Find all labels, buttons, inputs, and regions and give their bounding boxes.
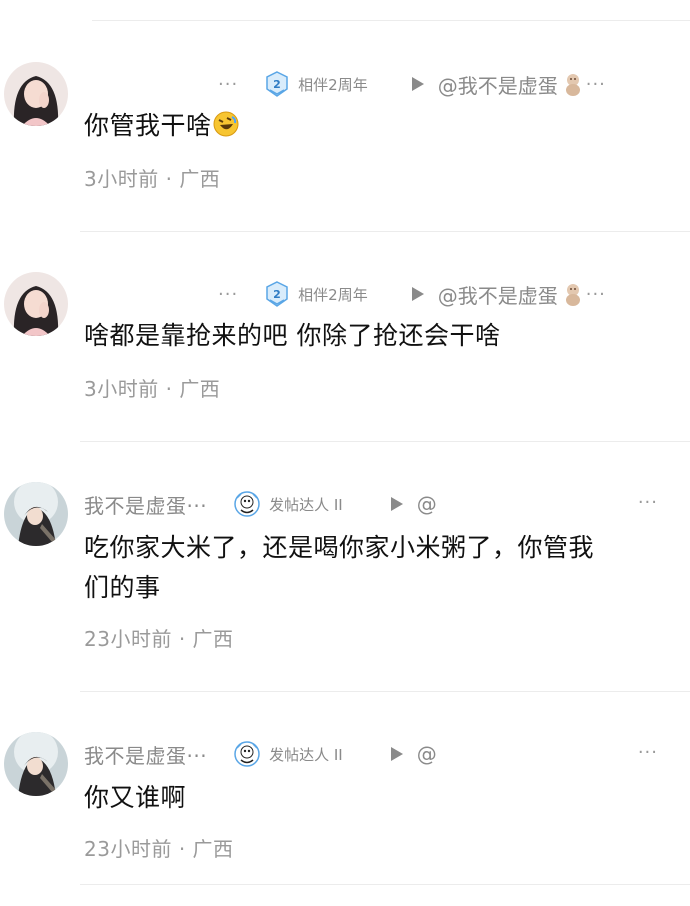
comment-location: 广西 [192, 837, 234, 861]
avatar[interactable] [4, 272, 68, 336]
comment-location: 广西 [179, 167, 221, 191]
reply-ellipsis: ··· [585, 73, 606, 95]
comment-divider [80, 441, 690, 442]
poster-badge-icon [234, 741, 260, 767]
top-divider [92, 20, 690, 21]
badge-number: 2 [273, 288, 281, 301]
reply-to-user[interactable]: @ [417, 742, 437, 766]
comment-time: 23小时前 [84, 837, 172, 861]
comment-text: 你又谁啊 [84, 783, 187, 812]
comment-divider [80, 231, 690, 232]
reply-to-user[interactable]: @我不是虚蛋 [438, 70, 558, 99]
comment-footer: 3小时前 · 广西 [84, 373, 220, 402]
reply-to-user[interactable]: @ [417, 492, 437, 516]
more-options-button[interactable]: ··· [638, 492, 658, 513]
rofl-emoji-icon [212, 110, 240, 150]
comment-divider [80, 691, 690, 692]
badge-label: 发帖达人 II [269, 495, 343, 514]
username-ellipsis: ··· [218, 283, 239, 305]
badge-label: 发帖达人 II [269, 745, 343, 764]
reply-arrow-icon [411, 287, 424, 301]
footer-separator: · [165, 167, 173, 191]
avatar[interactable] [4, 732, 68, 796]
reply-arrow-icon [411, 77, 424, 91]
comment-time: 3小时前 [84, 377, 159, 401]
comment-meta: ··· 2 相伴2周年 @我不是虚蛋 ··· [84, 69, 662, 99]
reply-arrow-icon [390, 747, 403, 761]
footer-separator: · [178, 837, 186, 861]
user-avatar-mini-icon [565, 284, 580, 306]
user-avatar-mini-icon [565, 74, 580, 96]
comment-footer: 23小时前 · 广西 [84, 833, 234, 862]
reply-arrow-icon [390, 497, 403, 511]
username[interactable]: 我不是虚蛋··· [84, 740, 207, 769]
comment-meta: 我不是虚蛋··· 发帖达人 II @ [84, 739, 662, 769]
anniversary-badge-icon: 2 [266, 71, 288, 97]
badge-label: 相伴2周年 [298, 285, 368, 304]
footer-separator: · [165, 377, 173, 401]
reply-ellipsis: ··· [585, 283, 606, 305]
badge-label: 相伴2周年 [298, 75, 368, 94]
comment-meta: 我不是虚蛋··· 发帖达人 II @ [84, 489, 662, 519]
comment-text-body: 你管我干啥 [84, 111, 212, 140]
comment-footer: 23小时前 · 广西 [84, 623, 234, 652]
comment-meta: ··· 2 相伴2周年 @我不是虚蛋 ··· [84, 279, 662, 309]
comment-text: 啥都是靠抢来的吧 你除了抢还会干啥 [84, 321, 501, 350]
comment-time: 23小时前 [84, 627, 172, 651]
comment-location: 广西 [179, 377, 221, 401]
comment-location: 广西 [192, 627, 234, 651]
comment-text: 你管我干啥 [84, 106, 650, 150]
anniversary-badge[interactable]: 2 相伴2周年 [264, 281, 368, 307]
poster-badge-icon [234, 491, 260, 517]
avatar[interactable] [4, 482, 68, 546]
footer-separator: · [178, 627, 186, 651]
comment-text-line: 们的事 [84, 573, 161, 602]
comment-text-line: 吃你家大米了，还是喝你家小米粥了，你管我 [84, 533, 595, 562]
reply-to-user[interactable]: @我不是虚蛋 [438, 280, 558, 309]
comment-divider [80, 884, 690, 885]
badge-number: 2 [273, 78, 281, 91]
username-ellipsis: ··· [218, 73, 239, 95]
comment-footer: 3小时前 · 广西 [84, 163, 220, 192]
more-options-button[interactable]: ··· [638, 742, 658, 763]
username[interactable]: 我不是虚蛋··· [84, 490, 207, 519]
comment-time: 3小时前 [84, 167, 159, 191]
poster-badge[interactable]: 发帖达人 II [233, 490, 343, 518]
anniversary-badge[interactable]: 2 相伴2周年 [264, 71, 368, 97]
avatar[interactable] [4, 62, 68, 126]
comment-text: 吃你家大米了，还是喝你家小米粥了，你管我 们的事 [84, 528, 650, 608]
anniversary-badge-icon: 2 [266, 281, 288, 307]
poster-badge[interactable]: 发帖达人 II [233, 740, 343, 768]
